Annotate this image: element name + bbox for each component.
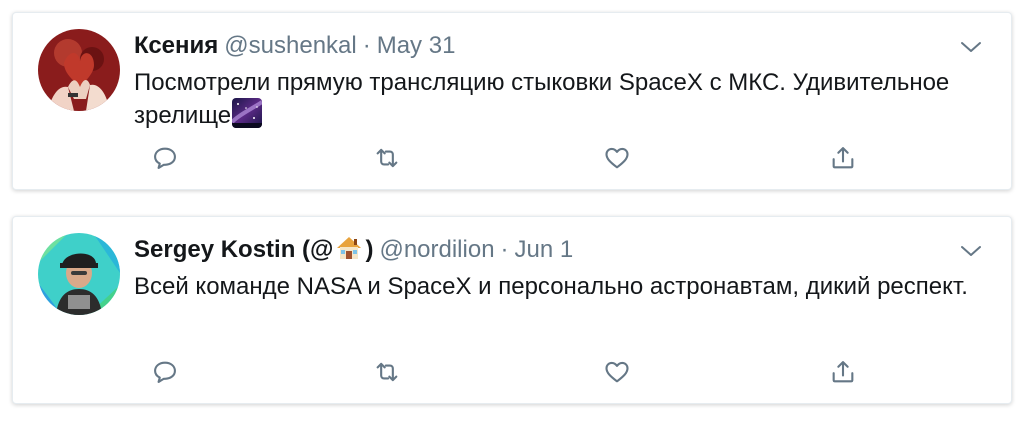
avatar-image [38, 233, 120, 315]
tweet-header: Sergey Kostin (@ ) @nordilion · Jun 1 [134, 235, 573, 265]
tweet-header: Ксения @sushenkal · May 31 [134, 31, 455, 61]
author-name-suffix: ) [365, 236, 374, 263]
author-name-text: Sergey Kostin (@ [134, 236, 334, 263]
reply-icon [154, 147, 176, 169]
retweet-icon [376, 362, 398, 382]
tweet-text-container: Посмотрели прямую трансляцию стыковки Sp… [134, 67, 994, 131]
reply-button[interactable] [148, 355, 182, 389]
share-button[interactable] [826, 355, 860, 389]
tweet-date[interactable]: Jun 1 [515, 236, 574, 263]
like-button[interactable] [600, 355, 634, 389]
tweet-card[interactable]: Sergey Kostin (@ ) @nordilion · Jun 1 Всей … [12, 216, 1012, 404]
reply-button[interactable] [148, 141, 182, 175]
milky-way-icon [232, 98, 263, 128]
author-name[interactable]: Sergey Kostin (@ ) [134, 236, 373, 263]
heart-icon [605, 361, 629, 383]
author-handle[interactable]: @sushenkal [224, 32, 356, 59]
tweet-card[interactable]: Ксения @sushenkal · May 31 Посмотрели пряму… [12, 12, 1012, 190]
share-icon [832, 361, 854, 383]
chevron-down-icon[interactable] [959, 39, 983, 55]
avatar-image [38, 29, 120, 111]
avatar[interactable] [38, 233, 120, 315]
author-handle[interactable]: @nordilion [379, 236, 494, 263]
avatar[interactable] [38, 29, 120, 111]
share-icon [832, 147, 854, 169]
retweet-icon [376, 148, 398, 168]
retweet-button[interactable] [370, 141, 404, 175]
house-icon [337, 237, 362, 259]
author-name[interactable]: Ксения [134, 32, 218, 59]
chevron-down-icon[interactable] [959, 243, 983, 259]
reply-icon [154, 361, 176, 383]
share-button[interactable] [826, 141, 860, 175]
tweet-text-container: Всей команде NASA и SpaceX и персонально… [134, 271, 994, 302]
separator-dot: · [500, 236, 509, 263]
heart-icon [605, 147, 629, 169]
like-button[interactable] [600, 141, 634, 175]
separator-dot: · [362, 32, 371, 59]
retweet-button[interactable] [370, 355, 404, 389]
tweet-text: Всей команде NASA и SpaceX и персонально… [134, 273, 968, 300]
tweet-actions [134, 141, 874, 175]
tweet-date[interactable]: May 31 [377, 32, 456, 59]
tweet-actions [134, 355, 874, 389]
